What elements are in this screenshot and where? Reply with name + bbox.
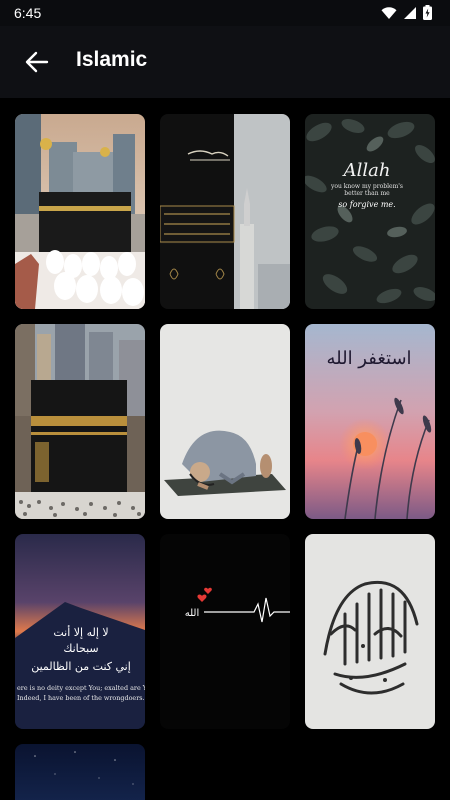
allah-subtitle-line2: better than me (344, 190, 390, 197)
allah-leaves-image: Allah you know my problem's better than … (305, 114, 435, 309)
wallpaper-card-allah-leaves[interactable]: Allah you know my problem's better than … (305, 114, 435, 309)
dua-line1: لا إله إلا أنت (53, 625, 108, 639)
dua-translation-line1: ere is no deity except You; exalted are … (17, 684, 145, 692)
wallpaper-card-astaghfirullah-sunset[interactable]: استغفر الله (305, 324, 435, 519)
status-time: 6:45 (14, 5, 42, 21)
wallpaper-card-sujood-prayer[interactable] (160, 324, 290, 519)
wallpaper-card-heartbeat-allah[interactable]: الله (160, 534, 290, 729)
shahada-calligraphy-image (305, 534, 435, 729)
wifi-icon (381, 6, 397, 19)
sujood-prayer-image (160, 324, 290, 519)
mountain-dua-image: لا إله إلا أنت سبحانك إني كنت من الظالمي… (15, 534, 145, 729)
allah-subtitle-line1: you know my problem's (330, 183, 403, 190)
night-partial-image (15, 744, 145, 800)
dua-line2: سبحانك (63, 642, 98, 655)
wallpaper-card-night-partial[interactable] (15, 744, 145, 800)
wallpaper-card-kaaba-crowd[interactable] (15, 324, 145, 519)
wallpaper-card-shahada-calligraphy[interactable] (305, 534, 435, 729)
status-bar: 6:45 (0, 0, 450, 26)
heartbeat-allah-text: الله (185, 608, 200, 619)
allah-subtitle-line3: so forgive me. (338, 200, 395, 209)
wallpaper-card-kaaba-tower[interactable] (15, 114, 145, 309)
astaghfirullah-sunset-image: استغفر الله (305, 324, 435, 519)
signal-icon (404, 6, 416, 19)
page-title: Islamic (76, 48, 148, 71)
dua-translation-line2: Indeed, I have been of the wrongdoers. (17, 694, 145, 702)
app-bar: Islamic (0, 26, 450, 98)
status-icons (381, 5, 432, 20)
arrow-left-icon (25, 51, 49, 73)
wallpaper-card-kaaba-door[interactable] (160, 114, 290, 309)
wallpaper-card-mountain-dua[interactable]: لا إله إلا أنت سبحانك إني كنت من الظالمي… (15, 534, 145, 729)
allah-title-text: Allah (342, 160, 391, 181)
wallpaper-grid: Allah you know my problem's better than … (0, 98, 450, 800)
kaaba-door-image (160, 114, 290, 309)
dua-line3: إني كنت من الظالمين (31, 660, 131, 673)
kaaba-tower-image (15, 114, 145, 309)
kaaba-crowd-image (15, 324, 145, 519)
battery-icon (423, 5, 432, 20)
back-button[interactable] (20, 48, 54, 76)
heartbeat-allah-image: الله (160, 534, 290, 729)
astaghfirullah-text: استغفر الله (326, 348, 411, 369)
